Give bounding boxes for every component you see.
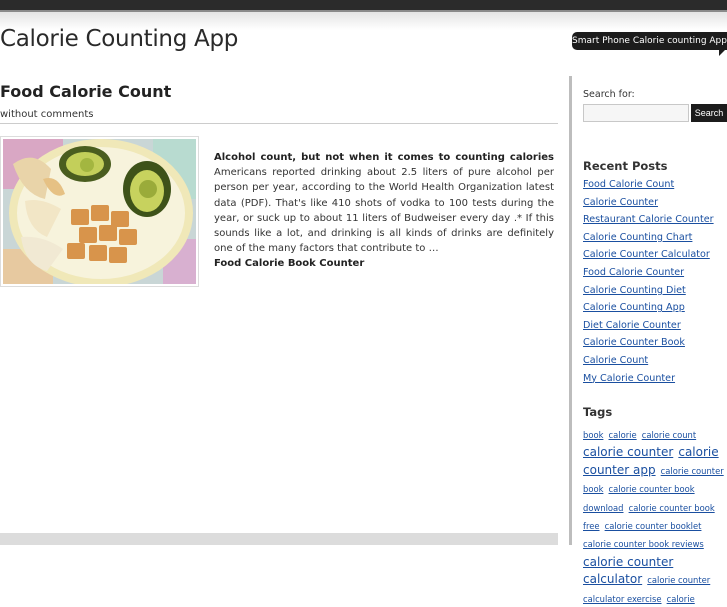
post-excerpt: Alcohol count, but not when it comes to …	[214, 150, 554, 272]
list-item: Food Calorie Counter	[583, 264, 714, 282]
list-item: Calorie Counter Calculator	[583, 246, 714, 264]
footer-bar	[0, 533, 558, 545]
list-item: Diet Calorie Counter	[583, 317, 714, 335]
recent-post-link[interactable]: Diet Calorie Counter	[583, 320, 681, 331]
list-item: Calorie Counting Diet	[583, 282, 714, 300]
list-item: Calorie Counting Chart	[583, 229, 714, 247]
search-label: Search for:	[583, 89, 635, 100]
read-more-link[interactable]: Food Calorie Book Counter	[214, 256, 554, 271]
recent-posts-list: Food Calorie Count Calorie Counter Restaur…	[583, 176, 714, 387]
recent-post-link[interactable]: Food Calorie Counter	[583, 267, 684, 278]
post-thumbnail[interactable]	[0, 136, 199, 287]
list-item: My Calorie Counter	[583, 370, 714, 388]
list-item: Calorie Counting App	[583, 299, 714, 317]
list-item: Calorie Counter	[583, 194, 714, 212]
list-item: Calorie Count	[583, 352, 714, 370]
tag-link[interactable]: calorie	[667, 594, 695, 604]
post-meta: without comments	[0, 109, 100, 120]
recent-post-link[interactable]: Calorie Counter	[583, 197, 658, 208]
recent-post-link[interactable]: Calorie Count	[583, 355, 648, 366]
recent-post-link[interactable]: Food Calorie Count	[583, 179, 674, 190]
tag-cloud: book calorie calorie count calorie count…	[583, 425, 727, 607]
tag-link[interactable]: calorie count	[642, 430, 696, 440]
list-item: Calorie Counter Book	[583, 334, 714, 352]
recent-posts-title: Recent Posts	[583, 159, 668, 173]
recent-post-link[interactable]: Calorie Counter Book	[583, 337, 685, 348]
tags-title: Tags	[583, 405, 613, 419]
recent-post-link[interactable]: Calorie Counting Chart	[583, 232, 692, 243]
excerpt-lead: Alcohol count, but not when it comes to …	[214, 152, 554, 163]
search-button[interactable]: Search	[691, 104, 727, 122]
tag-link[interactable]: calorie counter booklet	[605, 521, 702, 531]
tag-link[interactable]: book	[583, 430, 603, 440]
recent-post-link[interactable]: Calorie Counting App	[583, 302, 685, 313]
site-tagline: Smart Phone Calorie counting Apps	[572, 32, 727, 56]
recent-post-link[interactable]: Restaurant Calorie Counter	[583, 214, 714, 225]
food-photo-icon	[3, 139, 196, 284]
excerpt-body: Americans reported drinking about 2.5 li…	[214, 167, 554, 255]
recent-post-link[interactable]: Calorie Counting Diet	[583, 285, 686, 296]
tag-link[interactable]: calorie counter book reviews	[583, 539, 704, 549]
sidebar-divider	[569, 76, 572, 545]
recent-post-link[interactable]: My Calorie Counter	[583, 373, 675, 384]
list-item: Restaurant Calorie Counter	[583, 211, 714, 229]
top-bar	[0, 0, 727, 12]
tag-link[interactable]: calorie counter	[583, 445, 673, 459]
site-title[interactable]: Calorie Counting App	[0, 26, 238, 52]
tag-link[interactable]: calorie	[609, 430, 637, 440]
recent-post-link[interactable]: Calorie Counter Calculator	[583, 249, 710, 260]
search-input[interactable]	[583, 104, 689, 122]
post-title[interactable]: Food Calorie Count	[0, 82, 171, 101]
meta-divider	[0, 123, 558, 124]
list-item: Food Calorie Count	[583, 176, 714, 194]
